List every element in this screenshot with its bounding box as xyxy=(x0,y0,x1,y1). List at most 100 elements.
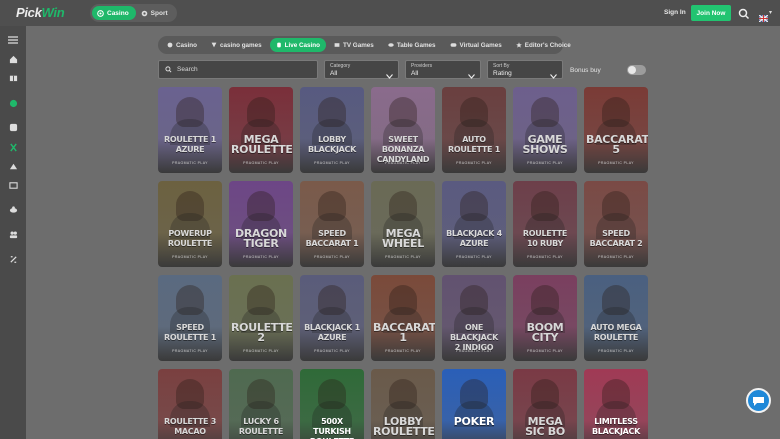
game-card[interactable]: LIMITLESS BLACKJACK xyxy=(584,369,648,439)
game-card[interactable]: ONE BLACKJACK 2 INDIGO PRAGMATIC PLAY xyxy=(442,275,506,361)
live-icon xyxy=(276,42,282,48)
tab-casino[interactable]: Casino xyxy=(161,38,203,52)
game-card[interactable]: ROULETTE 10 RUBY PRAGMATIC PLAY xyxy=(513,181,577,267)
join-now-button[interactable]: Join Now xyxy=(691,5,731,21)
game-card[interactable]: SPEED ROULETTE 1 PRAGMATIC PLAY xyxy=(158,275,222,361)
game-search[interactable] xyxy=(158,60,318,79)
bonus-buy-toggle[interactable] xyxy=(627,65,646,75)
game-card[interactable]: LOBBY ROULETTE xyxy=(371,369,435,439)
sport-switch-label: Sport xyxy=(150,9,168,17)
game-card[interactable]: BOOM CITY PRAGMATIC PLAY xyxy=(513,275,577,361)
sport-switch-button[interactable]: Sport xyxy=(136,6,175,20)
chevron-down-icon xyxy=(468,66,475,84)
game-title: AUTO MEGA ROULETTE xyxy=(590,323,642,342)
search-input[interactable] xyxy=(177,66,307,73)
game-card[interactable]: DRAGON TIGER PRAGMATIC PLAY xyxy=(229,181,293,267)
game-title: SPEED BACCARAT 2 xyxy=(589,229,643,248)
tab-label: TV Games xyxy=(343,41,374,49)
sign-in-link[interactable]: Sign In xyxy=(664,9,686,16)
cards-icon[interactable] xyxy=(8,161,18,171)
game-card[interactable]: ROULETTE 3 MACAO xyxy=(158,369,222,439)
game-title: MEGA ROULETTE xyxy=(231,133,293,156)
game-title: BACCARAT 1 xyxy=(373,321,435,344)
game-provider: PRAGMATIC PLAY xyxy=(243,161,279,165)
game-provider: PRAGMATIC PLAY xyxy=(172,349,208,353)
game-card[interactable]: SWEET BONANZA CANDYLAND PRAGMATIC PLAY xyxy=(371,87,435,173)
game-provider: PRAGMATIC PLAY xyxy=(243,349,279,353)
game-card[interactable]: POKER xyxy=(442,369,506,439)
game-card[interactable]: BACCARAT 5 PRAGMATIC PLAY xyxy=(584,87,648,173)
cherry-icon xyxy=(211,42,217,48)
search-icon[interactable] xyxy=(738,7,750,20)
logo-text-win: Win xyxy=(41,5,65,20)
game-card[interactable]: SPEED BACCARAT 2 PRAGMATIC PLAY xyxy=(584,181,648,267)
game-provider: PRAGMATIC PLAY xyxy=(385,161,421,165)
game-card[interactable]: AUTO MEGA ROULETTE PRAGMATIC PLAY xyxy=(584,275,648,361)
users-icon[interactable] xyxy=(8,229,18,239)
game-provider: PRAGMATIC PLAY xyxy=(527,349,563,353)
tv-icon[interactable] xyxy=(8,180,18,190)
game-card[interactable]: BLACKJACK 4 AZURE PRAGMATIC PLAY xyxy=(442,181,506,267)
casino-switch-label: Casino xyxy=(107,9,129,17)
tab-virtual-games[interactable]: Virtual Games xyxy=(444,38,508,52)
logo[interactable]: PickWin xyxy=(16,5,65,20)
game-title: MEGA WHEEL xyxy=(382,227,424,250)
game-card[interactable]: 500X TURKISH ROULETTE xyxy=(300,369,364,439)
slot-icon[interactable] xyxy=(8,142,18,152)
game-title: SPEED BACCARAT 1 xyxy=(305,229,359,248)
game-card[interactable]: BACCARAT 1 PRAGMATIC PLAY xyxy=(371,275,435,361)
tab-label: Casino xyxy=(176,41,197,49)
game-provider: PRAGMATIC PLAY xyxy=(314,255,350,259)
game-title: ROULETTE 3 MACAO xyxy=(164,417,216,436)
game-title: BACCARAT 5 xyxy=(586,133,648,156)
chat-support-button[interactable] xyxy=(746,388,771,413)
game-provider: PRAGMATIC PLAY xyxy=(456,255,492,259)
game-card[interactable]: LOBBY BLACKJACK PRAGMATIC PLAY xyxy=(300,87,364,173)
game-card[interactable]: GAME SHOWS PRAGMATIC PLAY xyxy=(513,87,577,173)
menu-icon[interactable] xyxy=(8,35,18,45)
game-card[interactable]: ROULETTE 2 PRAGMATIC PLAY xyxy=(229,275,293,361)
tab-tv-games[interactable]: TV Games xyxy=(328,38,380,52)
game-card[interactable]: SPEED BACCARAT 1 PRAGMATIC PLAY xyxy=(300,181,364,267)
game-title: ROULETTE 2 xyxy=(231,321,293,344)
game-card[interactable]: MEGA ROULETTE PRAGMATIC PLAY xyxy=(229,87,293,173)
gift-icon[interactable] xyxy=(8,72,18,82)
tab-table-games[interactable]: Table Games xyxy=(382,38,442,52)
language-chevron-down-icon[interactable]: ▾ xyxy=(769,9,772,16)
game-card[interactable]: ROULETTE 1 AZURE PRAGMATIC PLAY xyxy=(158,87,222,173)
providers-select[interactable]: Providers All xyxy=(405,60,481,79)
game-card[interactable]: POWERUP ROULETTE PRAGMATIC PLAY xyxy=(158,181,222,267)
game-title: AUTO ROULETTE 1 xyxy=(448,135,500,154)
game-provider: PRAGMATIC PLAY xyxy=(598,255,634,259)
live-casino-icon[interactable] xyxy=(8,98,18,108)
tab-casino-games[interactable]: casino games xyxy=(205,38,268,52)
dice-icon xyxy=(167,42,173,48)
game-provider: PRAGMATIC PLAY xyxy=(456,349,492,353)
casino-chip-icon xyxy=(97,9,104,17)
tab-live-casino[interactable]: Live Casino xyxy=(269,38,326,52)
promo-icon[interactable] xyxy=(8,254,18,264)
game-card[interactable]: LUCKY 6 ROULETTE xyxy=(229,369,293,439)
toggle-knob xyxy=(628,66,636,74)
category-select[interactable]: Category All xyxy=(324,60,399,79)
game-provider: PRAGMATIC PLAY xyxy=(172,161,208,165)
game-title: LOBBY BLACKJACK xyxy=(308,135,356,154)
game-card[interactable]: BLACKJACK 1 AZURE PRAGMATIC PLAY xyxy=(300,275,364,361)
game-provider: PRAGMATIC PLAY xyxy=(527,255,563,259)
game-title: LUCKY 6 ROULETTE xyxy=(238,417,284,436)
poker-icon[interactable] xyxy=(8,204,18,214)
sort-select[interactable]: Sort By Rating xyxy=(487,60,563,79)
casino-switch-button[interactable]: Casino xyxy=(92,6,136,20)
uk-flag-icon[interactable] xyxy=(758,9,769,23)
game-title: POKER xyxy=(453,415,495,428)
tab-editors-choice[interactable]: Editor's Choice xyxy=(510,38,577,52)
top-bar: PickWin Casino Sport Sign In Join Now ▾ xyxy=(0,0,780,26)
chevron-down-icon xyxy=(386,66,393,84)
home-icon[interactable] xyxy=(8,54,18,64)
tab-label: Live Casino xyxy=(284,41,320,49)
dice-icon[interactable] xyxy=(8,122,18,132)
game-card[interactable]: MEGA WHEEL PRAGMATIC PLAY xyxy=(371,181,435,267)
game-card[interactable]: AUTO ROULETTE 1 PRAGMATIC PLAY xyxy=(442,87,506,173)
game-card[interactable]: MEGA SIC BO xyxy=(513,369,577,439)
game-provider: PRAGMATIC PLAY xyxy=(527,161,563,165)
